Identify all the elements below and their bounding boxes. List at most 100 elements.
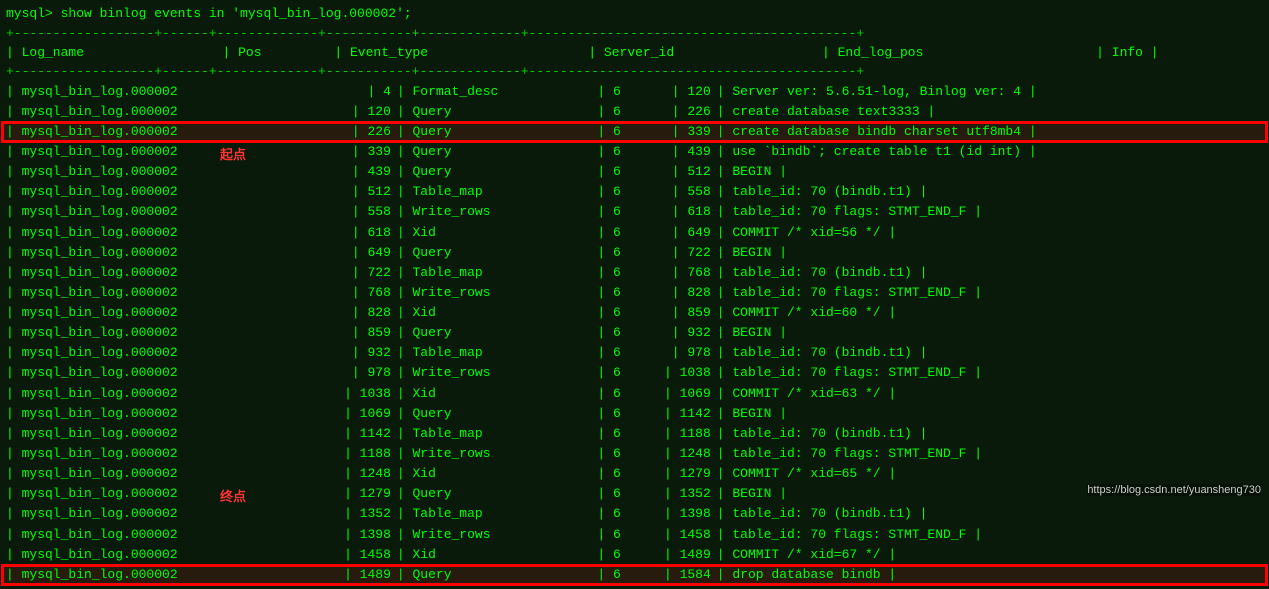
table-row: | mysql_bin_log.000002 | 618 | Xid | 6 |… bbox=[2, 223, 1267, 243]
cell-event: | Format_desc bbox=[395, 82, 575, 102]
cell-logname: | mysql_bin_log.000002 bbox=[2, 303, 305, 323]
cell-event: | Write_rows bbox=[395, 283, 575, 303]
cell-logname: | mysql_bin_log.000002 bbox=[2, 122, 305, 142]
cell-logname: | mysql_bin_log.000002 bbox=[2, 343, 305, 363]
cell-event: | Table_map bbox=[395, 343, 575, 363]
cell-info: | create database bindb charset utf8mb4 … bbox=[715, 122, 1267, 142]
cell-logname: | mysql_bin_log.000002 bbox=[2, 243, 305, 263]
cell-serverid: | 6 bbox=[575, 384, 625, 404]
cell-info: | table_id: 70 flags: STMT_END_F | bbox=[715, 363, 1267, 383]
cell-serverid: | 6 bbox=[575, 484, 625, 504]
cell-endlogpos: | 1142 bbox=[625, 404, 715, 424]
cell-endlogpos: | 1188 bbox=[625, 424, 715, 444]
cell-endlogpos: | 978 bbox=[625, 343, 715, 363]
cell-info: | table_id: 70 (bindb.t1) | bbox=[715, 182, 1267, 202]
cell-logname: | mysql_bin_log.000002 bbox=[2, 565, 305, 585]
cell-event: | Xid bbox=[395, 384, 575, 404]
table-body-wrapper: | mysql_bin_log.000002 | 4 | Format_desc… bbox=[2, 82, 1267, 586]
cell-endlogpos: | 1069 bbox=[625, 384, 715, 404]
cell-pos: | 1188 bbox=[305, 444, 395, 464]
table-row: | mysql_bin_log.000002 | 339 | Query | 6… bbox=[2, 142, 1267, 162]
cell-serverid: | 6 bbox=[575, 82, 625, 102]
cell-endlogpos: | 649 bbox=[625, 223, 715, 243]
table-row: | mysql_bin_log.000002 | 1248 | Xid | 6 … bbox=[2, 464, 1267, 484]
cell-event: | Write_rows bbox=[395, 525, 575, 545]
cell-event: | Xid bbox=[395, 545, 575, 565]
cell-pos: | 4 bbox=[305, 82, 395, 102]
cell-event: | Query bbox=[395, 122, 575, 142]
cell-serverid: | 6 bbox=[575, 122, 625, 142]
cell-logname: | mysql_bin_log.000002 bbox=[2, 384, 305, 404]
table-row: | mysql_bin_log.000002 | 1398 | Write_ro… bbox=[2, 525, 1267, 545]
cell-endlogpos: | 859 bbox=[625, 303, 715, 323]
cell-serverid: | 6 bbox=[575, 545, 625, 565]
cell-info: | table_id: 70 (bindb.t1) | bbox=[715, 504, 1267, 524]
table-row: | mysql_bin_log.000002 | 828 | Xid | 6 |… bbox=[2, 303, 1267, 323]
cell-event: | Table_map bbox=[395, 504, 575, 524]
cell-pos: | 1458 bbox=[305, 545, 395, 565]
cell-info: | BEGIN | bbox=[715, 162, 1267, 182]
binlog-table: | Log_name | Pos | Event_type | Server_i… bbox=[2, 43, 1267, 63]
cell-serverid: | 6 bbox=[575, 343, 625, 363]
cell-logname: | mysql_bin_log.000002 bbox=[2, 444, 305, 464]
cell-pos: | 768 bbox=[305, 283, 395, 303]
cell-pos: | 1038 bbox=[305, 384, 395, 404]
cell-endlogpos: | 1584 bbox=[625, 565, 715, 585]
cell-logname: | mysql_bin_log.000002 bbox=[2, 162, 305, 182]
header-endlogpos: | End_log_pos bbox=[820, 43, 1094, 63]
cell-logname: | mysql_bin_log.000002 bbox=[2, 504, 305, 524]
cell-pos: | 722 bbox=[305, 263, 395, 283]
cell-serverid: | 6 bbox=[575, 444, 625, 464]
table-row: | mysql_bin_log.000002 | 120 | Query | 6… bbox=[2, 102, 1267, 122]
cell-logname: | mysql_bin_log.000002 bbox=[2, 283, 305, 303]
cell-info: | COMMIT /* xid=60 */ | bbox=[715, 303, 1267, 323]
cell-serverid: | 6 bbox=[575, 182, 625, 202]
table-row: | mysql_bin_log.000002 | 649 | Query | 6… bbox=[2, 243, 1267, 263]
header-serverid: | Server_id bbox=[586, 43, 820, 63]
cell-info: | Server ver: 5.6.51-log, Binlog ver: 4 … bbox=[715, 82, 1267, 102]
cell-serverid: | 6 bbox=[575, 303, 625, 323]
cell-pos: | 1142 bbox=[305, 424, 395, 444]
cell-pos: | 932 bbox=[305, 343, 395, 363]
cell-event: | Write_rows bbox=[395, 444, 575, 464]
table-row: | mysql_bin_log.000002 | 722 | Table_map… bbox=[2, 263, 1267, 283]
watermark: https://blog.csdn.net/yuansheng730 bbox=[1087, 484, 1261, 496]
header-logname: | Log_name bbox=[2, 43, 221, 63]
cell-pos: | 339 bbox=[305, 142, 395, 162]
cell-serverid: | 6 bbox=[575, 404, 625, 424]
table-row: | mysql_bin_log.000002 | 558 | Write_row… bbox=[2, 202, 1267, 222]
terminal-window: mysql> show binlog events in 'mysql_bin_… bbox=[0, 0, 1269, 589]
cell-event: | Table_map bbox=[395, 182, 575, 202]
table-row: | mysql_bin_log.000002 | 4 | Format_desc… bbox=[2, 82, 1267, 102]
cell-info: | table_id: 70 flags: STMT_END_F | bbox=[715, 283, 1267, 303]
table-row: | mysql_bin_log.000002 | 226 | Query | 6… bbox=[2, 122, 1267, 142]
table-row: | mysql_bin_log.000002 | 1352 | Table_ma… bbox=[2, 504, 1267, 524]
table-row: | mysql_bin_log.000002 | 1188 | Write_ro… bbox=[2, 444, 1267, 464]
cell-pos: | 649 bbox=[305, 243, 395, 263]
cell-serverid: | 6 bbox=[575, 202, 625, 222]
cell-info: | BEGIN | bbox=[715, 323, 1267, 343]
cell-logname: | mysql_bin_log.000002 bbox=[2, 323, 305, 343]
cell-endlogpos: | 722 bbox=[625, 243, 715, 263]
cell-pos: | 1279 bbox=[305, 484, 395, 504]
cell-event: | Xid bbox=[395, 303, 575, 323]
cell-event: | Query bbox=[395, 404, 575, 424]
cell-serverid: | 6 bbox=[575, 424, 625, 444]
cell-logname: | mysql_bin_log.000002 bbox=[2, 525, 305, 545]
cell-endlogpos: | 1038 bbox=[625, 363, 715, 383]
cell-pos: | 439 bbox=[305, 162, 395, 182]
cell-logname: | mysql_bin_log.000002 bbox=[2, 202, 305, 222]
cell-event: | Query bbox=[395, 243, 575, 263]
cell-endlogpos: | 226 bbox=[625, 102, 715, 122]
cell-pos: | 226 bbox=[305, 122, 395, 142]
cell-pos: | 978 bbox=[305, 363, 395, 383]
cell-event: | Xid bbox=[395, 223, 575, 243]
cell-info: | create database text3333 | bbox=[715, 102, 1267, 122]
cell-serverid: | 6 bbox=[575, 565, 625, 585]
cell-logname: | mysql_bin_log.000002 bbox=[2, 424, 305, 444]
cell-pos: | 120 bbox=[305, 102, 395, 122]
table-row: | mysql_bin_log.000002 | 439 | Query | 6… bbox=[2, 162, 1267, 182]
cell-event: | Query bbox=[395, 162, 575, 182]
cell-logname: | mysql_bin_log.000002 bbox=[2, 223, 305, 243]
header-info: | Info | bbox=[1094, 43, 1267, 63]
